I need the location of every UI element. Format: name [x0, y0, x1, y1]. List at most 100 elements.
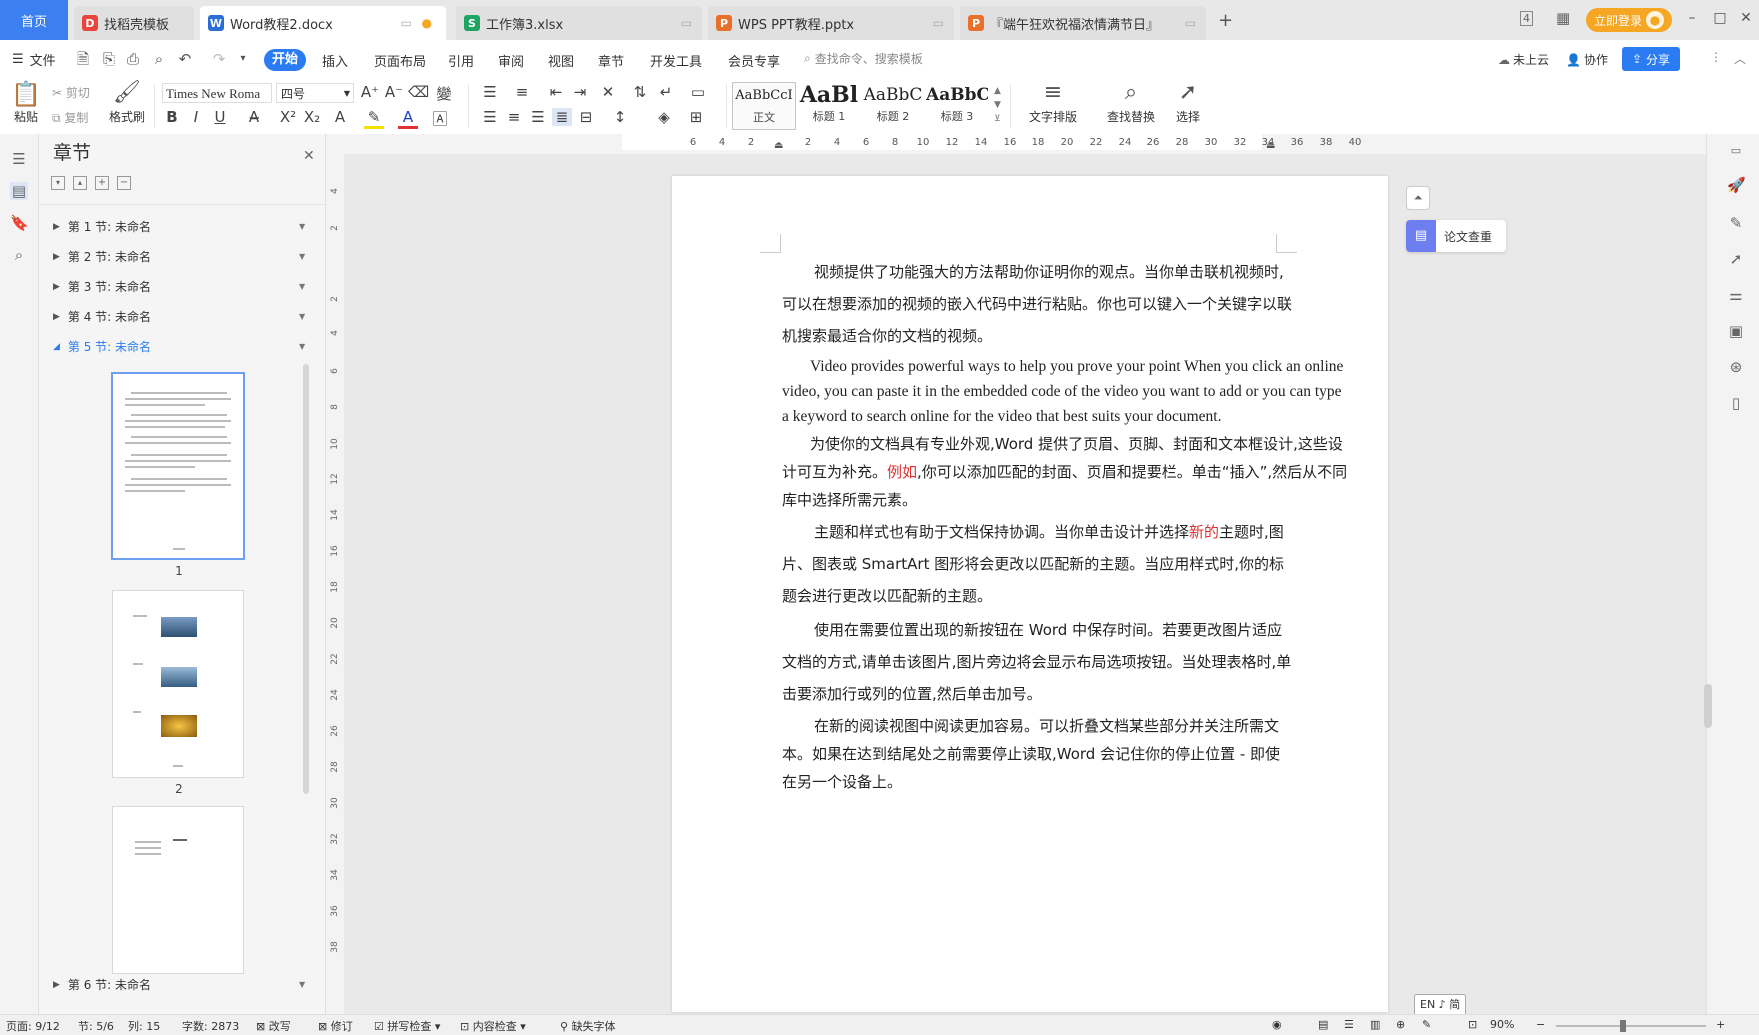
style-heading-3[interactable]: AaBbC 标题 3	[926, 82, 988, 128]
font-color-icon[interactable]: A	[398, 108, 418, 129]
find-replace-button[interactable]: ⌕ 查找替换	[1102, 80, 1160, 125]
select-button[interactable]: ➚ 选择	[1166, 80, 1210, 125]
vertical-scrollbar[interactable]	[1704, 684, 1712, 728]
web-view-icon[interactable]: ⊕	[1396, 1018, 1405, 1031]
page-view-icon[interactable]: ▤	[1318, 1018, 1328, 1031]
menu-start[interactable]: 开始	[264, 49, 306, 71]
section-item-5[interactable]: ◢ 第 5 节: 未命名 ▼	[53, 338, 305, 355]
page-indicator[interactable]: 页面: 9/12	[6, 1018, 60, 1034]
screen-icon[interactable]: ▭	[1185, 16, 1196, 30]
save-icon[interactable]: 🗎	[74, 50, 92, 68]
zoom-slider[interactable]	[1556, 1025, 1706, 1027]
panel-scrollbar[interactable]	[303, 364, 309, 794]
export-pdf-icon[interactable]: ⎘	[100, 50, 118, 68]
menu-review[interactable]: 审阅	[498, 51, 524, 70]
book-icon[interactable]: ▯	[1727, 394, 1745, 412]
subscript-icon[interactable]: X₂	[302, 108, 322, 126]
vertical-ruler[interactable]: 4 2 2 4 6 8 10 12 14 16 18 20 22 24 26 2…	[326, 154, 344, 1014]
justify-icon[interactable]: ≣	[552, 108, 572, 126]
write-view-icon[interactable]: ✎	[1422, 1018, 1431, 1031]
borders-icon[interactable]: ⊞	[686, 108, 706, 126]
section-item-4[interactable]: ▶ 第 4 节: 未命名 ▼	[53, 308, 305, 325]
new-tab-plus-icon[interactable]: +	[1218, 10, 1233, 31]
missing-font-button[interactable]: ⚲ 缺失字体	[560, 1018, 616, 1034]
zoom-in-icon[interactable]: +	[1716, 1018, 1725, 1031]
collab-button[interactable]: 👤 协作	[1566, 51, 1608, 68]
paragraph-3[interactable]: 为使你的文档具有专业外观,Word 提供了页眉、页脚、封面和文本框设计,这些设计…	[782, 430, 1352, 514]
menu-insert[interactable]: 插入	[322, 51, 348, 70]
print-preview-icon[interactable]: ⌕	[150, 50, 168, 68]
tab-word-doc[interactable]: W Word教程2.docx ● ▭	[200, 6, 446, 40]
bookmark-icon[interactable]: 🔖	[10, 214, 29, 232]
maximize-icon[interactable]: □	[1710, 10, 1730, 26]
tab-pptx[interactable]: P WPS PPT教程.pptx ▭	[708, 6, 954, 40]
display-mode-icon[interactable]: 4	[1520, 11, 1533, 26]
style-normal[interactable]: AaBbCcI 正文	[732, 82, 796, 130]
undo-icon[interactable]: ↶	[176, 50, 194, 68]
compass-icon[interactable]: ⊛	[1727, 358, 1745, 376]
shrink-font-icon[interactable]: A⁻	[384, 83, 404, 101]
para-mark-icon[interactable]: ↵	[656, 83, 676, 101]
italic-icon[interactable]: I	[186, 108, 206, 126]
zoom-out-icon[interactable]: −	[1536, 1018, 1545, 1031]
paragraph-6[interactable]: 在新的阅读视图中阅读更加容易。可以折叠文档某些部分并关注所需文本。如果在达到结尾…	[782, 712, 1292, 796]
spell-check-toggle[interactable]: ☑ 拼写检查 ▾	[374, 1018, 440, 1034]
strikethrough-icon[interactable]: A̶	[244, 108, 264, 126]
page-thumbnail-3[interactable]	[112, 806, 244, 974]
phonetic-icon[interactable]: 變	[434, 83, 454, 104]
plagiarism-check-button[interactable]: ▤ 论文查重	[1406, 220, 1506, 252]
add-section-icon[interactable]: +	[95, 176, 109, 190]
text-effect-icon[interactable]: A	[330, 108, 350, 126]
collapse-float-icon[interactable]: ⏶	[1406, 186, 1430, 210]
login-button[interactable]: 立即登录 ●	[1586, 8, 1672, 32]
align-center-icon[interactable]: ≡	[504, 108, 524, 126]
pen-icon[interactable]: ✎	[1727, 214, 1745, 232]
paragraph-2[interactable]: Video provides powerful ways to help you…	[782, 354, 1352, 429]
close-icon[interactable]: ✕	[1736, 10, 1756, 26]
menu-section[interactable]: 章节	[598, 51, 624, 70]
right-indent-marker-icon[interactable]: ⏏	[1266, 140, 1275, 151]
more-icon[interactable]: ▾	[234, 50, 252, 68]
distribute-icon[interactable]: ⊟	[576, 108, 596, 126]
menu-view[interactable]: 视图	[548, 51, 574, 70]
screen-icon[interactable]: ▭	[401, 16, 412, 30]
zoom-level[interactable]: 90%	[1490, 1018, 1514, 1031]
reading-view-icon[interactable]: ▥	[1370, 1018, 1380, 1031]
page-thumbnail-1[interactable]	[111, 372, 245, 560]
tab-home[interactable]: 首页	[0, 0, 68, 40]
grow-font-icon[interactable]: A⁺	[360, 83, 380, 101]
cut-button[interactable]: ✂ 剪切	[52, 84, 90, 101]
superscript-icon[interactable]: X²	[278, 108, 298, 126]
search-icon[interactable]: ⌕	[10, 246, 28, 264]
eye-protect-icon[interactable]: ◉	[1272, 1018, 1282, 1031]
text-layout-button[interactable]: ≡ 文字排版	[1024, 80, 1082, 125]
track-changes-toggle[interactable]: ⊠ 修订	[318, 1018, 353, 1034]
redo-icon[interactable]: ↷	[210, 50, 228, 68]
underline-icon[interactable]: U	[210, 108, 230, 126]
remove-section-icon[interactable]: −	[117, 176, 131, 190]
zoom-slider-thumb[interactable]	[1620, 1020, 1626, 1032]
settings-sliders-icon[interactable]: ⚌	[1727, 286, 1745, 304]
print-icon[interactable]: ⎙	[124, 50, 142, 68]
section-item-3[interactable]: ▶ 第 3 节: 未命名 ▼	[53, 278, 305, 295]
screen-icon[interactable]: ▭	[681, 16, 692, 30]
share-button[interactable]: ⇪ 分享	[1622, 47, 1680, 71]
numbering-icon[interactable]: ≡	[512, 83, 532, 101]
bold-icon[interactable]: B	[162, 108, 182, 126]
line-spacing-icon[interactable]: ↕	[610, 108, 630, 126]
table-layout-icon[interactable]: ▭	[688, 83, 708, 101]
indent-marker-icon[interactable]: ⏏	[774, 140, 783, 151]
tab-xlsx[interactable]: S 工作簿3.xlsx ▭	[456, 6, 702, 40]
style-heading-2[interactable]: AaBbC 标题 2	[862, 82, 924, 128]
ime-indicator[interactable]: EN ♪ 简	[1414, 994, 1467, 1016]
sort-icon[interactable]: ⇅	[630, 83, 650, 101]
content-check-toggle[interactable]: ⊡ 内容检查 ▾	[460, 1018, 526, 1034]
font-select[interactable]: Times New Roma	[162, 83, 272, 103]
minimize-icon[interactable]: –	[1682, 10, 1702, 26]
menu-member[interactable]: 会员专享	[728, 51, 780, 70]
menu-layout[interactable]: 页面布局	[374, 51, 426, 70]
screen-icon[interactable]: ▭	[933, 16, 944, 30]
page-thumbnail-2[interactable]	[112, 590, 244, 778]
outline-icon[interactable]: ☰	[10, 150, 28, 168]
section-indicator[interactable]: 节: 5/6	[78, 1018, 114, 1034]
